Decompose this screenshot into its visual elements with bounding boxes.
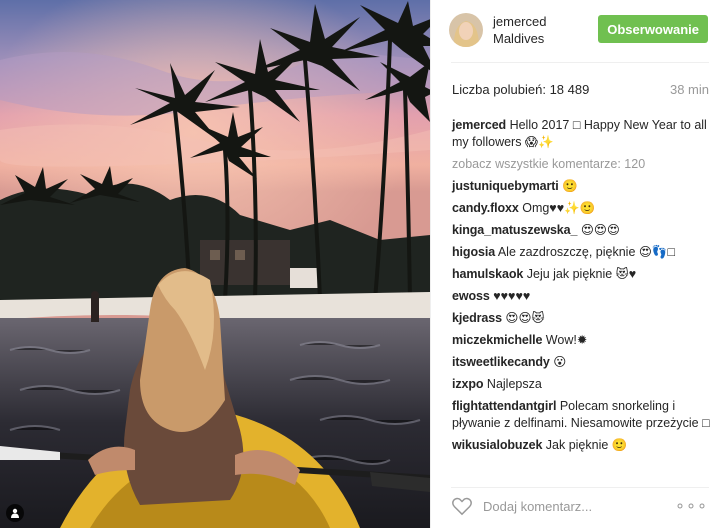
comment-row: ewoss ♥♥♥♥♥ [452,288,714,305]
comment-row: kinga_matuszewska_ 😍😍😍 [452,222,714,239]
post-time[interactable]: 38 min [670,82,709,97]
post-footer: Dodaj komentarz... ∘∘∘ [431,488,717,524]
comment-text: Jeju jak pięknie 😻♥ [523,267,637,281]
comment-text: 😍😍😻 [501,311,545,325]
comment-username[interactable]: ewoss [452,289,490,303]
comment-text: ♥♥♥♥♥ [489,289,531,303]
comment-username[interactable]: higosia [452,245,495,259]
comment-row: hamulskaok Jeju jak pięknie 😻♥ [452,266,714,283]
header-text: jemerced Maldives [493,13,546,47]
header-divider [451,62,709,63]
heart-outline-icon[interactable] [451,496,473,516]
comment-text: Omg♥♥✨🙂 [518,201,596,215]
caption: jemerced Hello 2017 □ Happy New Year to … [452,117,714,151]
comment-username[interactable]: kjedrass [452,311,502,325]
comment-row: flightattendantgirl Polecam snorkeling i… [452,398,714,432]
comment-row: wikusialobuzek Jak pięknie 🙂 [452,437,714,454]
comment-row: miczekmichelle Wow!✹ [452,332,714,349]
comment-row: justuniquebymarti 🙂 [452,178,714,195]
comment-username[interactable]: miczekmichelle [452,333,542,347]
comment-text: Jak pięknie 🙂 [542,438,628,452]
comment-username[interactable]: flightattendantgirl [452,399,556,413]
comment-username[interactable]: kinga_matuszewska_ [452,223,577,237]
post-header: jemerced Maldives Obserwowanie [431,0,717,60]
comment-row: candy.floxx Omg♥♥✨🙂 [452,200,714,217]
view-all-comments-link[interactable]: zobacz wszystkie komentarze: 120 [452,156,714,173]
avatar-image [449,13,483,47]
add-comment-input[interactable]: Dodaj komentarz... [483,499,592,514]
comment-username[interactable]: candy.floxx [452,201,519,215]
post-side-panel: jemerced Maldives Obserwowanie Liczba po… [430,0,717,528]
comment-row: higosia Ale zazdroszczę, pięknie 😍👣□ [452,244,714,261]
person-icon [11,508,19,518]
comment-text: 😍😍😍 [577,223,620,237]
comment-username[interactable]: justuniquebymarti [452,179,559,193]
likes-count[interactable]: Liczba polubień: 18 489 [452,82,589,97]
tropical-sunset-kayak-image [0,0,430,528]
header-username[interactable]: jemerced [493,13,546,30]
avatar[interactable] [449,13,483,47]
comment-text: Najlepsza [483,377,542,391]
comment-row: izxpo Najlepsza [452,376,714,393]
comment-text: 😮 [549,355,567,369]
likes-row: Liczba polubień: 18 489 38 min [452,82,709,97]
comment-text: Wow!✹ [542,333,588,347]
follow-button[interactable]: Obserwowanie [598,15,708,43]
comment-username[interactable]: izxpo [452,377,484,391]
more-dots-icon[interactable]: ∘∘∘ [675,496,708,516]
comment-row: itsweetlikecandy 😮 [452,354,714,371]
user-tag-button[interactable] [6,504,24,522]
comment-username[interactable]: hamulskaok [452,267,523,281]
post-photo[interactable] [0,0,430,528]
comment-text: 🙂 [558,179,578,193]
comment-username[interactable]: itsweetlikecandy [452,355,550,369]
comment-row: kjedrass 😍😍😻 [452,310,714,327]
comment-text: Ale zazdroszczę, pięknie 😍👣□ [495,245,676,259]
header-location[interactable]: Maldives [493,30,546,47]
comments-list: jemerced Hello 2017 □ Happy New Year to … [452,117,714,459]
caption-username[interactable]: jemerced [452,118,506,132]
comment-username[interactable]: wikusialobuzek [452,438,542,452]
